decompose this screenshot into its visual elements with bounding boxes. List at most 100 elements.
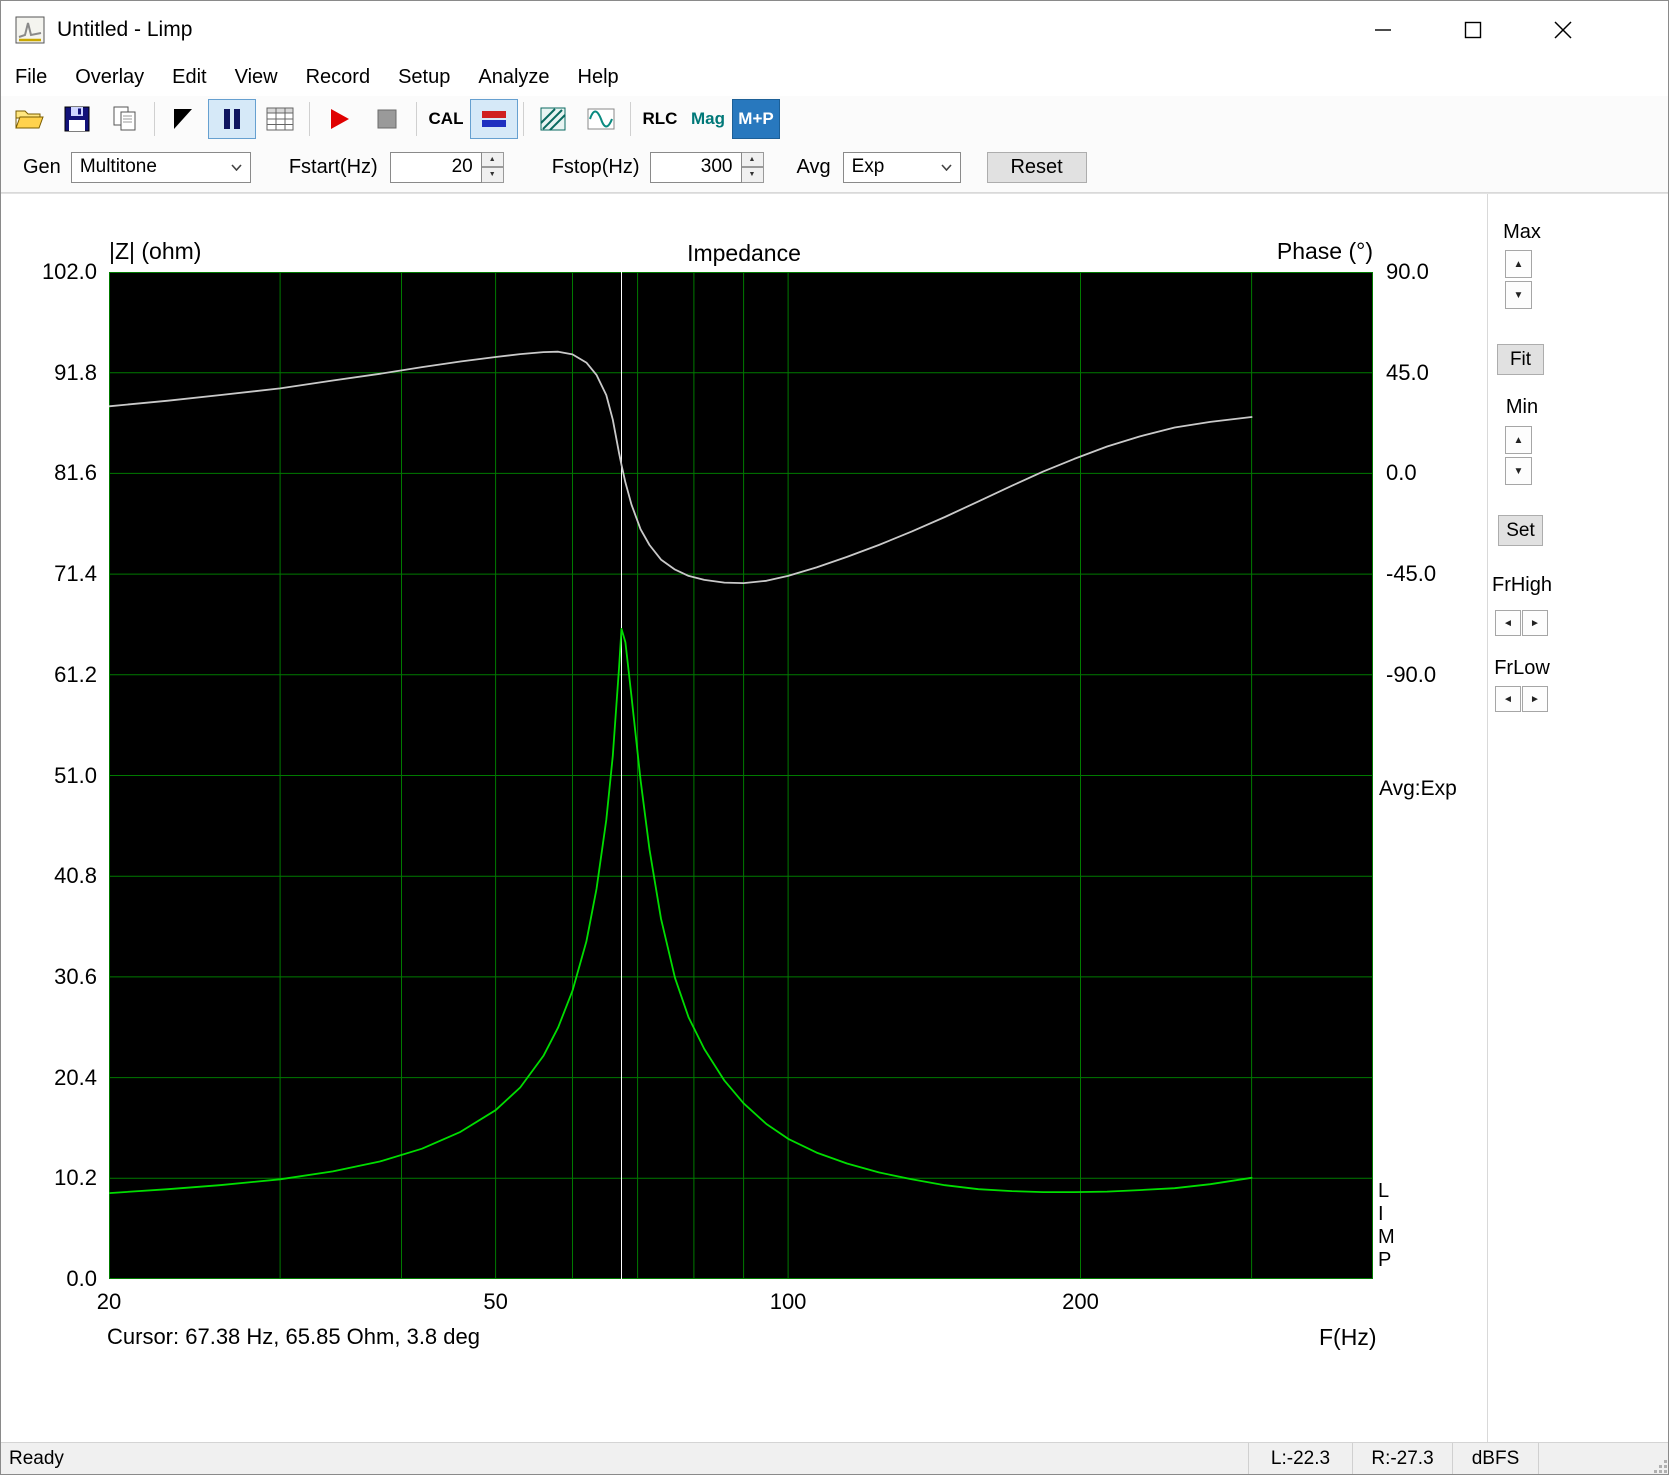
max-down-button[interactable]: ▼ [1505,281,1532,309]
generator-icon [174,109,192,129]
side-panel: Max ▲ ▼ Fit Min ▲ ▼ Set FrHigh ◄ ► FrLow… [1487,194,1668,1442]
left-axis-tick-label: 20.4 [54,1064,97,1090]
right-axis-title: Phase (°) [1276,238,1373,264]
x-axis-tick-label: 20 [96,1289,122,1314]
x-axis-title: F(Hz) [1319,1324,1377,1350]
x-axis-tick-label: 200 [1062,1289,1099,1314]
toolbar-separator [309,102,310,136]
menu-record[interactable]: Record [292,62,384,93]
impedance-plot[interactable] [109,272,1373,1279]
gen-combobox[interactable]: Multitone [70,151,251,183]
mp-button[interactable]: M+P [732,99,780,139]
frhigh-left-button[interactable]: ◄ [1495,610,1521,636]
maximize-button[interactable] [1428,1,1518,59]
toolbar-separator [523,102,524,136]
status-bar: Ready L:-22.3 R:-27.3 dBFS [1,1442,1668,1474]
x-axis-tick-label: 100 [769,1289,807,1314]
avg-combobox[interactable]: Exp [842,151,961,183]
left-axis-tick-label: 81.6 [54,460,97,486]
right-axis-tick-label: -45.0 [1386,561,1437,587]
pause-icon [224,109,240,129]
channel-button[interactable] [470,99,518,139]
avg-indicator: Avg:Exp [1379,777,1457,800]
save-icon [64,106,90,132]
menu-analyze[interactable]: Analyze [464,62,563,93]
copy-icon [113,106,136,131]
fstart-up-button[interactable]: ▲ [481,151,504,167]
fit-button[interactable]: Fit [1497,344,1544,375]
table-icon [266,107,294,131]
cursor-readout: Cursor: 67.38 Hz, 65.85 Ohm, 3.8 deg [107,1324,480,1349]
menu-view[interactable]: View [221,62,292,93]
min-up-button[interactable]: ▲ [1505,426,1532,454]
open-button[interactable] [5,99,53,139]
set-button[interactable]: Set [1498,515,1543,546]
close-button[interactable] [1518,1,1608,59]
fstart-down-button[interactable]: ▼ [481,167,504,183]
mag-button[interactable]: Mag [684,99,732,139]
pause-button[interactable] [208,99,256,139]
fstop-up-button[interactable]: ▲ [741,151,764,167]
limp-watermark-letter: P [1378,1249,1392,1271]
chart-title: Impedance [687,240,801,266]
controls-bar: Gen Multitone Fstart(Hz) 20 ▲ ▼ Fstop(Hz… [1,142,1668,193]
app-icon [15,16,45,44]
menubar: File Overlay Edit View Record Setup Anal… [1,59,1668,96]
x-axis-tick-label: 50 [483,1289,508,1314]
min-down-button[interactable]: ▼ [1505,457,1532,485]
menu-overlay[interactable]: Overlay [61,62,158,93]
left-axis-tick-label: 40.8 [54,863,97,889]
status-spacer [1538,1443,1668,1474]
toolbar-separator [154,102,155,136]
menu-edit[interactable]: Edit [158,62,220,93]
limp-window: Untitled - Limp File Overlay Edit View R… [0,0,1669,1475]
chevron-down-icon [941,158,952,176]
left-axis-tick-label: 91.8 [54,359,97,385]
cal-button[interactable]: CAL [422,99,470,139]
channel-bars-icon [482,111,506,127]
max-up-button[interactable]: ▲ [1505,250,1532,278]
avg-combobox-value: Exp [851,156,885,177]
menu-help[interactable]: Help [564,62,633,93]
signal-button[interactable] [577,99,625,139]
left-axis-tick-label: 61.2 [54,661,97,687]
rlc-button[interactable]: RLC [636,99,684,139]
status-right-level: R:-27.3 [1352,1443,1452,1474]
record-button[interactable] [315,99,363,139]
window-title: Untitled - Limp [57,18,193,41]
resize-grip-icon[interactable] [1646,1443,1668,1474]
toolbar: CAL RLC Mag M+P [1,96,1668,142]
frlow-left-button[interactable]: ◄ [1495,686,1521,712]
menu-file[interactable]: File [1,62,61,93]
fstop-label: Fstop(Hz) [551,155,640,178]
minimize-button[interactable] [1338,1,1428,59]
max-label: Max [1503,221,1541,243]
save-button[interactable] [53,99,101,139]
fstop-input[interactable]: 300 [649,151,742,183]
left-axis-tick-label: 10.2 [54,1165,97,1191]
avg-label: Avg [796,155,831,178]
chart-region: |Z| (ohm) Impedance Phase (°) Avg:Exp L … [1,194,1487,1442]
gen-combobox-value: Multitone [79,156,157,177]
table-button[interactable] [256,99,304,139]
limp-watermark-letter: M [1378,1226,1395,1248]
copy-button[interactable] [101,99,149,139]
generator-button[interactable] [160,99,208,139]
diagonal-stripes-icon [540,107,566,131]
left-axis-tick-label: 102.0 [41,259,97,284]
fstop-down-button[interactable]: ▼ [741,167,764,183]
spectrum-button[interactable] [529,99,577,139]
menu-setup[interactable]: Setup [384,62,464,93]
status-unit: dBFS [1452,1443,1538,1474]
stop-button[interactable] [363,99,411,139]
reset-button[interactable]: Reset [986,151,1087,183]
titlebar: Untitled - Limp [1,1,1668,59]
frlow-right-button[interactable]: ► [1522,686,1548,712]
record-play-icon [331,109,349,129]
fstart-input[interactable]: 20 [389,151,482,183]
fstop-spinner: 300 ▲ ▼ [649,151,764,183]
gen-label: Gen [23,155,61,178]
frlow-label: FrLow [1494,657,1550,679]
min-label: Min [1505,396,1539,418]
frhigh-right-button[interactable]: ► [1522,610,1548,636]
